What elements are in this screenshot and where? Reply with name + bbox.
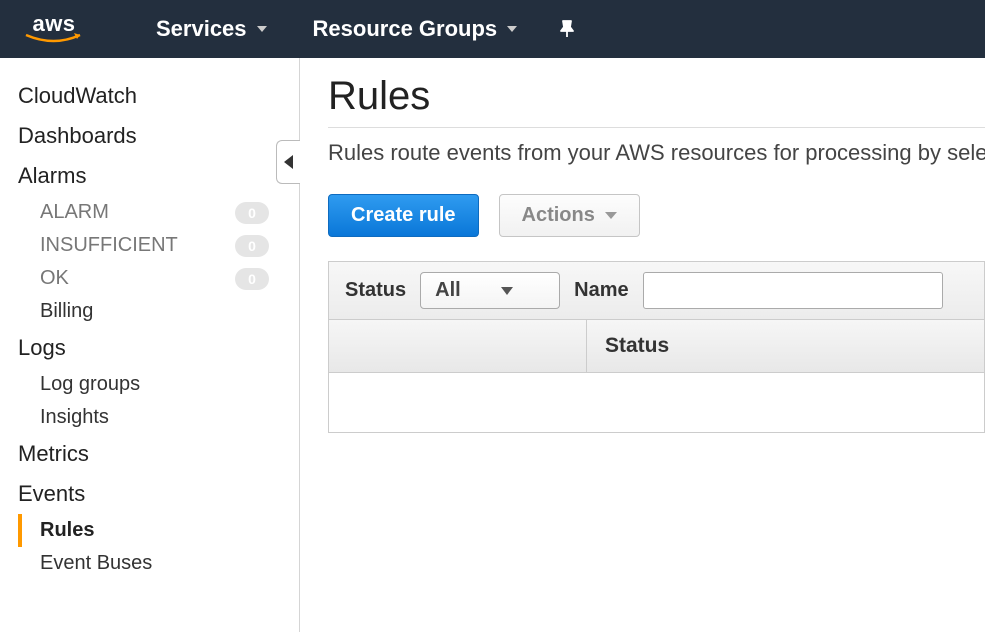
nav-resource-groups-label: Resource Groups — [313, 16, 498, 42]
sidebar-item-label: Log groups — [40, 373, 140, 396]
sidebar-item-label: Insights — [40, 406, 109, 429]
status-filter-select[interactable]: All — [420, 272, 560, 309]
button-label: Actions — [522, 204, 595, 227]
chevron-down-icon — [507, 26, 517, 32]
sidebar-item-log-groups[interactable]: Log groups — [18, 368, 299, 401]
aws-logo-text: aws — [32, 13, 75, 35]
actions-dropdown-button[interactable]: Actions — [499, 194, 640, 237]
sidebar: CloudWatch Dashboards Alarms ALARM 0 INS… — [0, 58, 300, 632]
table-column-name[interactable] — [329, 320, 587, 372]
layout: CloudWatch Dashboards Alarms ALARM 0 INS… — [0, 58, 985, 632]
sidebar-item-cloudwatch[interactable]: CloudWatch — [18, 76, 299, 116]
main-content: Rules Rules route events from your AWS r… — [300, 58, 985, 632]
caret-left-icon — [284, 155, 293, 169]
count-badge: 0 — [235, 268, 269, 290]
name-filter-input[interactable] — [643, 272, 943, 309]
nav-services[interactable]: Services — [142, 8, 281, 50]
nav-services-label: Services — [156, 16, 247, 42]
sidebar-item-events[interactable]: Events — [18, 474, 299, 514]
sidebar-item-event-buses[interactable]: Event Buses — [18, 547, 299, 580]
aws-smile-icon — [24, 33, 84, 45]
sidebar-item-insufficient[interactable]: INSUFFICIENT 0 — [18, 229, 299, 262]
sidebar-item-label: Billing — [40, 300, 93, 323]
sidebar-item-insights[interactable]: Insights — [18, 401, 299, 434]
sidebar-item-label: Event Buses — [40, 552, 152, 575]
nav-resource-groups[interactable]: Resource Groups — [299, 8, 532, 50]
select-value: All — [435, 279, 461, 302]
aws-logo[interactable]: aws — [24, 13, 84, 45]
filter-bar: Status All Name — [328, 261, 985, 319]
page-title: Rules — [328, 74, 985, 119]
count-badge: 0 — [235, 235, 269, 257]
chevron-down-icon — [501, 287, 513, 295]
name-filter-label: Name — [574, 279, 628, 302]
sidebar-item-label: ALARM — [40, 201, 109, 224]
sidebar-item-alarms[interactable]: Alarms — [18, 156, 299, 196]
sidebar-item-ok[interactable]: OK 0 — [18, 262, 299, 295]
table-header: Status — [328, 319, 985, 373]
count-badge: 0 — [235, 202, 269, 224]
top-nav: aws Services Resource Groups — [0, 0, 985, 58]
chevron-down-icon — [605, 212, 617, 219]
page-description: Rules route events from your AWS resourc… — [328, 140, 985, 166]
sidebar-item-billing[interactable]: Billing — [18, 295, 299, 328]
sidebar-item-label: OK — [40, 267, 69, 290]
sidebar-item-label: INSUFFICIENT — [40, 234, 178, 257]
create-rule-button[interactable]: Create rule — [328, 194, 479, 237]
table-column-status[interactable]: Status — [587, 334, 984, 358]
action-row: Create rule Actions — [328, 194, 985, 237]
collapse-sidebar-button[interactable] — [276, 140, 300, 184]
sidebar-item-metrics[interactable]: Metrics — [18, 434, 299, 474]
status-filter-label: Status — [345, 279, 406, 302]
button-label: Create rule — [351, 204, 456, 227]
sidebar-item-alarm-state[interactable]: ALARM 0 — [18, 196, 299, 229]
pin-icon[interactable] — [549, 11, 585, 47]
sidebar-item-dashboards[interactable]: Dashboards — [18, 116, 299, 156]
sidebar-item-rules[interactable]: Rules — [18, 514, 299, 547]
sidebar-item-label: Rules — [40, 519, 94, 542]
chevron-down-icon — [257, 26, 267, 32]
divider — [328, 127, 985, 128]
sidebar-item-logs[interactable]: Logs — [18, 328, 299, 368]
table-body-empty — [328, 373, 985, 433]
